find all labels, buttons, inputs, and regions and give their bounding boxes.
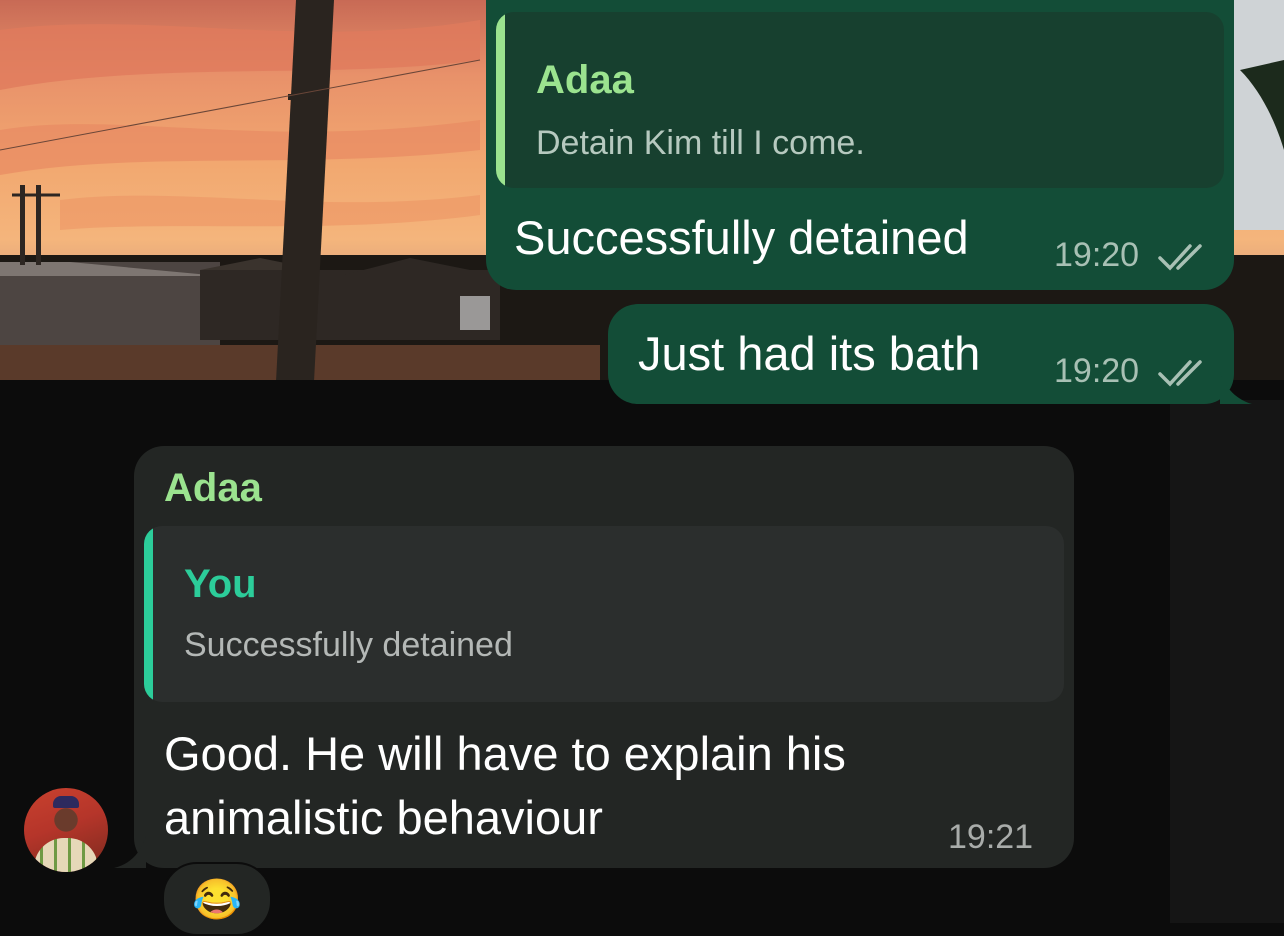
- message-reaction[interactable]: 😂: [162, 862, 272, 936]
- bubble-tail: [114, 836, 146, 868]
- sender-name: Adaa: [164, 466, 262, 510]
- quote-text: Detain Kim till I come.: [536, 124, 865, 162]
- avatar-robe: [34, 838, 98, 872]
- quote-author: You: [184, 562, 257, 606]
- avatar-cap: [53, 796, 79, 808]
- quoted-message[interactable]: Adaa Detain Kim till I come.: [496, 12, 1224, 188]
- quote-author: Adaa: [536, 58, 634, 102]
- contact-avatar[interactable]: [24, 788, 108, 872]
- outgoing-message-bubble[interactable]: Adaa Detain Kim till I come. Successfull…: [486, 0, 1234, 290]
- bubble-tail: [1220, 372, 1252, 404]
- read-double-tick-icon: [1158, 244, 1202, 271]
- message-time: 19:20: [1054, 352, 1140, 390]
- read-double-tick-icon: [1158, 360, 1202, 387]
- message-text: Successfully detained: [514, 211, 969, 264]
- quote-text: Successfully detained: [184, 626, 513, 664]
- quoted-message[interactable]: You Successfully detained: [144, 526, 1064, 702]
- message-time: 19:21: [948, 818, 1034, 856]
- outgoing-message-bubble[interactable]: Just had its bath 19:20: [608, 304, 1234, 404]
- message-time: 19:20: [1054, 236, 1140, 274]
- quote-accent-bar: [144, 526, 153, 702]
- message-text-line: Good. He will have to explain his: [164, 727, 846, 780]
- tears-of-joy-emoji: 😂: [192, 877, 242, 922]
- incoming-message-bubble[interactable]: Adaa You Successfully detained Good. He …: [134, 446, 1074, 868]
- message-text: Just had its bath: [638, 327, 981, 380]
- message-text-line: animalistic behaviour: [164, 791, 603, 844]
- quote-accent-bar: [496, 12, 505, 188]
